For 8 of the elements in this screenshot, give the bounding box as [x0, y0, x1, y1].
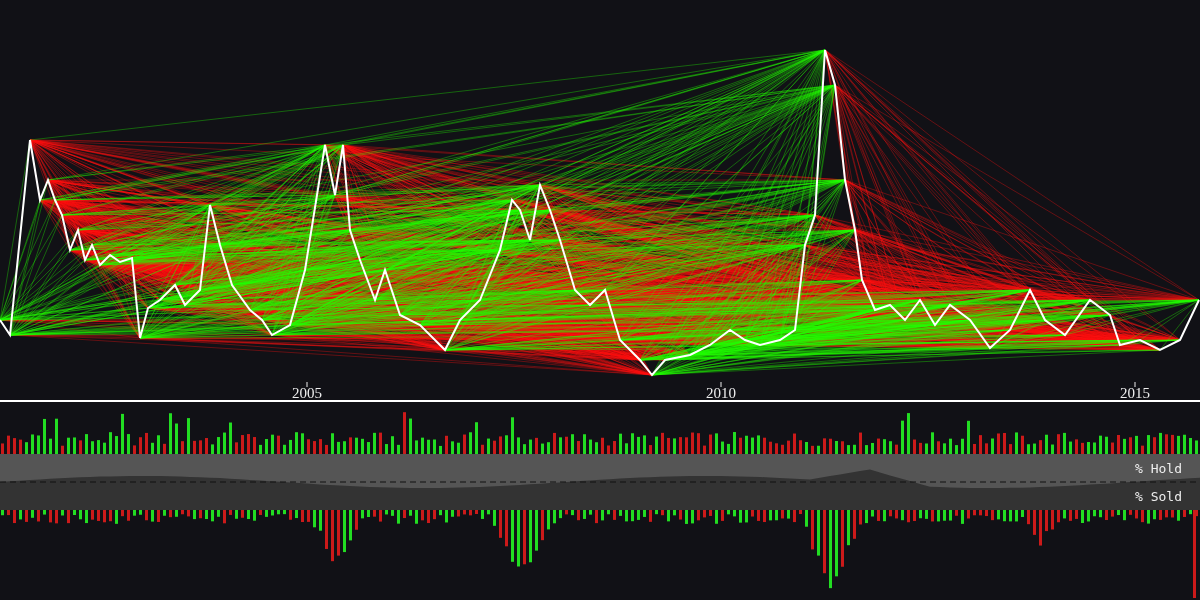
- axis-label: 2015: [1120, 385, 1150, 400]
- axis-tick: [306, 381, 308, 388]
- axis-tick: [720, 381, 722, 388]
- axis-label: 2005: [292, 385, 322, 400]
- panel-label: % Sold: [1135, 488, 1182, 504]
- axis-label: 2010: [706, 385, 736, 400]
- axis-tick: [1134, 381, 1136, 388]
- panel-label: % Hold: [1135, 460, 1182, 476]
